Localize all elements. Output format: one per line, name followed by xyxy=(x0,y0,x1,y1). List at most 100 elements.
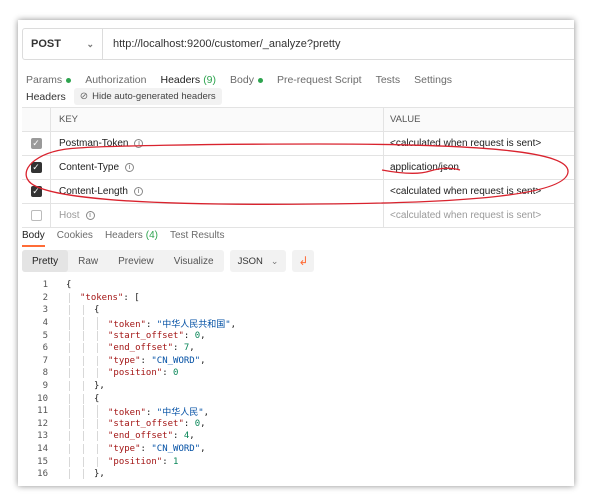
info-icon[interactable]: i xyxy=(125,163,135,172)
table-row: ✓ Content-Length i <calculated when requ… xyxy=(22,180,574,204)
indent-guide xyxy=(83,330,84,341)
hide-auto-headers-button[interactable]: ⊘ Hide auto-generated headers xyxy=(73,88,222,105)
code-token: : xyxy=(162,368,174,379)
tab-response-headers[interactable]: Headers (4) xyxy=(105,226,158,244)
headers-table: KEY VALUE ✓ Postman-Token i <calculated … xyxy=(22,107,574,228)
code-text: "start_offset": 0, xyxy=(66,330,206,341)
indent-guide xyxy=(69,343,70,354)
indent-guide xyxy=(83,444,84,455)
header-check-cell xyxy=(22,108,51,131)
code-line: 15 "position": 1 xyxy=(22,455,574,468)
line-number: 4 xyxy=(42,318,48,329)
checkbox[interactable]: ✓ xyxy=(30,138,42,149)
view-pretty-button[interactable]: Pretty xyxy=(22,250,69,272)
header-key-cell[interactable]: Host i xyxy=(51,204,384,227)
tab-settings[interactable]: Settings xyxy=(414,69,452,91)
chevron-down-icon: ⌄ xyxy=(270,255,279,266)
code-token: { xyxy=(94,305,100,316)
hide-button-label: Hide auto-generated headers xyxy=(92,91,216,102)
line-number: 7 xyxy=(42,355,48,366)
code-line: 14 "type": "CN_WORD", xyxy=(22,443,574,456)
checkbox[interactable]: ✓ xyxy=(30,162,42,173)
header-key-cell[interactable]: Postman-Token i xyxy=(51,132,384,155)
code-line: 10 { xyxy=(22,392,574,405)
view-mode-segmented: Pretty Raw Preview Visualize xyxy=(22,250,224,272)
checkbox[interactable]: ✓ xyxy=(30,186,42,197)
status-dot-icon xyxy=(66,77,72,83)
code-token: "CN_WORD" xyxy=(151,444,201,455)
row-checkbox-cell[interactable] xyxy=(22,204,51,227)
line-number: 10 xyxy=(37,393,48,404)
tab-pre-request-script[interactable]: Pre-request Script xyxy=(277,69,362,91)
tab-label: Headers xyxy=(104,229,143,241)
info-icon[interactable]: i xyxy=(134,139,144,148)
format-select[interactable]: JSON ⌄ xyxy=(229,250,287,272)
indent-guide xyxy=(69,355,70,366)
code-text: { xyxy=(66,305,100,316)
code-token: , xyxy=(189,343,195,354)
indent-guide xyxy=(83,355,84,366)
header-value[interactable]: application/json xyxy=(384,156,574,179)
indent-guide xyxy=(69,404,70,418)
tab-response-body[interactable]: Body xyxy=(22,226,45,247)
code-token: : xyxy=(173,431,184,442)
info-icon[interactable]: i xyxy=(133,187,143,196)
url-input[interactable]: http://localhost:9200/customer/_analyze?… xyxy=(103,38,340,50)
code-line: 16}, xyxy=(22,468,574,481)
tab-cookies[interactable]: Cookies xyxy=(57,226,93,244)
tab-label: Headers xyxy=(160,74,201,86)
indent-guide xyxy=(69,368,70,379)
tab-body[interactable]: Body xyxy=(230,69,263,91)
indent-guide xyxy=(83,393,84,404)
code-token: }, xyxy=(94,381,105,392)
code-token: , xyxy=(200,444,206,455)
headers-label: Headers xyxy=(26,90,66,103)
header-value[interactable]: <calculated when request is sent> xyxy=(384,204,574,227)
info-icon[interactable]: i xyxy=(85,211,95,220)
code-token: , xyxy=(200,418,206,429)
header-key: Content-Type xyxy=(59,162,120,173)
indent-guide xyxy=(97,316,98,330)
line-number: 11 xyxy=(37,406,48,417)
format-label: JSON xyxy=(237,255,263,267)
code-text: }, xyxy=(66,469,105,480)
view-raw-button[interactable]: Raw xyxy=(68,250,108,272)
code-token: 1 xyxy=(173,456,179,467)
line-number: 15 xyxy=(37,456,48,467)
code-token: { xyxy=(66,280,72,291)
checkbox[interactable] xyxy=(30,210,42,221)
code-token: , xyxy=(200,355,206,366)
response-body-code[interactable]: 1{2 "tokens": [3{4 "token": "中华人民共和国", 5 "st… xyxy=(22,279,574,481)
table-row: ✓ Content-Type i application/json xyxy=(22,156,574,180)
view-preview-button[interactable]: Preview xyxy=(108,250,164,272)
header-key-cell[interactable]: Content-Type i xyxy=(51,156,384,179)
wrap-lines-icon[interactable]: ↲ xyxy=(292,250,315,272)
code-line: 8 "position": 0 xyxy=(22,367,574,380)
code-token: : xyxy=(140,355,152,366)
row-checkbox-cell[interactable]: ✓ xyxy=(22,156,51,179)
tab-test-results[interactable]: Test Results xyxy=(170,226,224,244)
header-value[interactable]: <calculated when request is sent> xyxy=(384,132,574,155)
method-select[interactable]: POST ⌄ xyxy=(23,29,103,59)
line-number: 2 xyxy=(42,292,48,303)
code-token: "end_offset" xyxy=(108,431,174,442)
header-key-cell[interactable]: Content-Length i xyxy=(51,180,384,203)
code-token: : xyxy=(173,343,184,354)
tab-label: Params xyxy=(26,74,63,86)
tab-tests[interactable]: Tests xyxy=(376,69,401,91)
code-text: "start_offset": 0, xyxy=(66,418,206,429)
view-visualize-button[interactable]: Visualize xyxy=(164,250,224,272)
code-line: 4 "token": "中华人民共和国", xyxy=(22,316,574,330)
code-token: { xyxy=(94,393,100,404)
indent-guide xyxy=(97,431,98,442)
code-token: , xyxy=(200,330,206,341)
header-value[interactable]: <calculated when request is sent> xyxy=(384,180,574,203)
row-checkbox-cell[interactable]: ✓ xyxy=(22,180,51,203)
code-token: "CN_WORD" xyxy=(151,355,201,366)
row-checkbox-cell[interactable]: ✓ xyxy=(22,132,51,155)
line-number: 13 xyxy=(37,431,48,442)
code-line: 12 "start_offset": 0, xyxy=(22,418,574,431)
method-label: POST xyxy=(31,38,61,50)
eye-off-icon: ⊘ xyxy=(79,91,89,102)
tab-label: Cookies xyxy=(56,229,93,241)
